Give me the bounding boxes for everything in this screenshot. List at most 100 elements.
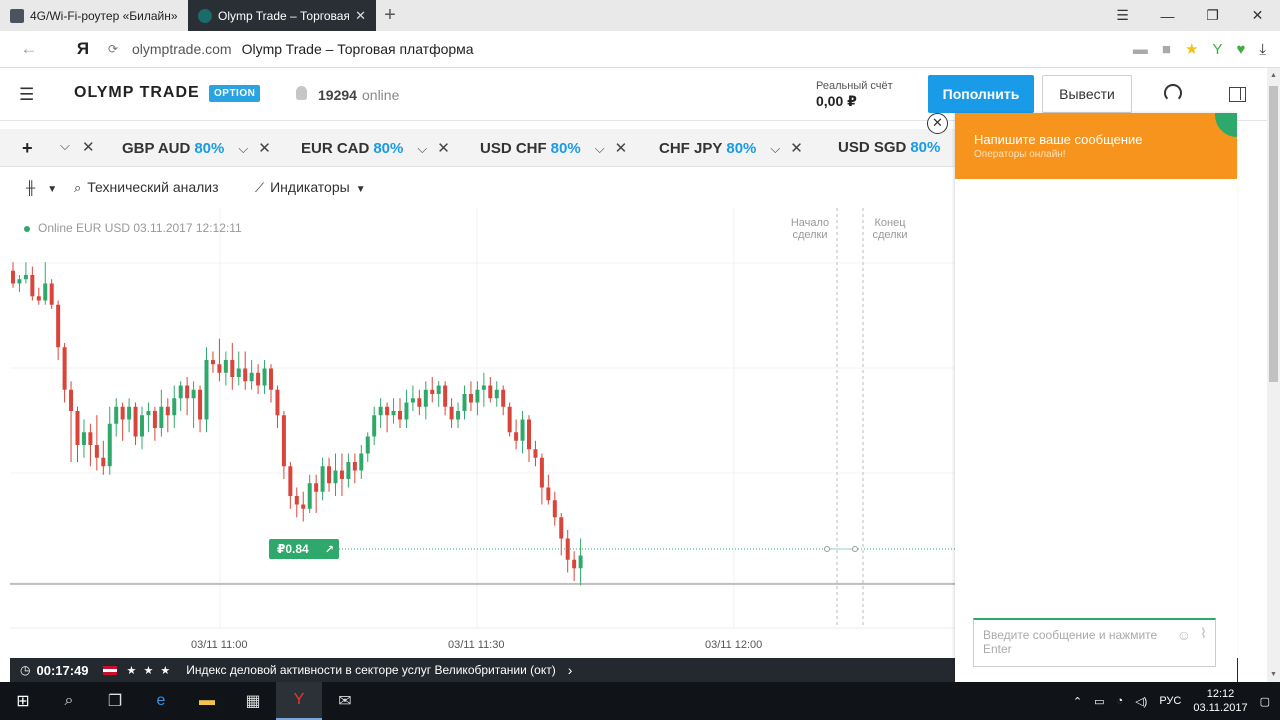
browser-tab-router[interactable]: 4G/Wi-Fi-роутер «Билайн» xyxy=(0,0,188,31)
chevron-right-icon[interactable]: › xyxy=(568,662,573,678)
olymp-trade-logo[interactable]: OLYMP TRADE xyxy=(74,84,200,102)
indicators-label: Индикаторы xyxy=(270,179,350,195)
close-icon[interactable]: ✕ xyxy=(615,140,628,157)
support-headset-icon[interactable] xyxy=(1164,84,1182,102)
candlestick-chart[interactable] xyxy=(10,208,955,658)
candle-body xyxy=(23,275,28,280)
explorer-icon[interactable]: ▬ xyxy=(184,692,230,710)
yandex-logo[interactable]: Я xyxy=(58,39,108,59)
candle-body xyxy=(159,406,164,428)
chevron-down-icon[interactable]: ⌵ xyxy=(770,141,780,156)
asset-tab-chf-jpy[interactable]: CHF JPY 80% ⌵ ✕ xyxy=(659,139,803,157)
indicators-button[interactable]: ⟋ Индикаторы ▼ xyxy=(255,179,366,196)
network-icon[interactable]: ◔ xyxy=(1117,695,1124,707)
new-tab-button[interactable]: + xyxy=(376,0,404,31)
page-scrollbar[interactable]: ▲ ▼ xyxy=(1267,68,1280,682)
candle-body xyxy=(88,432,93,445)
battery-icon[interactable]: ▭ xyxy=(1094,695,1104,708)
candle-body xyxy=(69,389,74,411)
site-info-icon[interactable]: ⟳ xyxy=(108,42,132,56)
scroll-down-icon[interactable]: ▼ xyxy=(1270,671,1277,678)
bookmark-star-icon[interactable]: ★ xyxy=(1185,40,1198,58)
close-icon[interactable]: ✕ xyxy=(258,140,271,157)
chevron-down-icon[interactable]: ⌵ xyxy=(417,141,427,156)
tray-chevron-icon[interactable]: ⌃ xyxy=(1073,695,1082,708)
candle-body xyxy=(527,419,531,450)
account-type-label[interactable]: Реальный счёт xyxy=(816,80,893,92)
candle-body xyxy=(307,483,312,509)
chat-message-input[interactable]: Введите сообщение и нажмите Enter ☺ ⌇ xyxy=(973,618,1216,667)
price-tag[interactable]: ₽0.84 ↗ xyxy=(269,539,339,559)
asset-payout: 80% xyxy=(910,139,941,156)
candle-body xyxy=(281,415,286,467)
notifications-icon[interactable]: ▢ xyxy=(1260,695,1270,708)
candle-body xyxy=(501,389,506,407)
news-headline[interactable]: Индекс деловой активности в секторе услу… xyxy=(186,663,555,677)
download-icon[interactable]: ⤓ xyxy=(1259,41,1266,58)
extension-icon[interactable]: Y xyxy=(1212,41,1222,58)
scroll-up-icon[interactable]: ▲ xyxy=(1270,72,1277,79)
yandex-browser-icon[interactable]: Y xyxy=(276,682,322,720)
asset-tab-eur-cad[interactable]: EUR CAD 80% ⌵ ✕ xyxy=(301,139,450,157)
asset-tab-usd-chf[interactable]: USD CHF 80% ⌵ ✕ xyxy=(480,139,627,157)
browser-tab-bar: 4G/Wi-Fi-роутер «Билайн» Olymp Trade – Т… xyxy=(0,0,1280,31)
online-count: 19294 xyxy=(318,87,357,103)
lock-icon[interactable]: ■ xyxy=(1162,41,1171,58)
candle-body xyxy=(365,436,370,454)
asset-tab-usd-sgd[interactable]: USD SGD 80% xyxy=(838,139,940,156)
candle-body xyxy=(165,406,170,416)
asset-tabs: + ⌵ ✕ GBP AUD 80% ⌵ ✕ EUR CAD 80% ⌵ ✕ USD CHF 8… xyxy=(0,129,955,167)
close-icon[interactable]: ✕ xyxy=(790,140,803,157)
scroll-thumb[interactable] xyxy=(1269,86,1278,382)
chat-close-icon[interactable]: ✕ xyxy=(927,113,948,134)
price-chart[interactable]: Online EUR USD 03.11.2017 12:12:11 Начал… xyxy=(10,208,955,658)
emoji-icon[interactable]: ☺ xyxy=(1177,628,1191,642)
task-view-icon[interactable]: ❐ xyxy=(92,691,138,711)
asset-close-icon[interactable]: ✕ xyxy=(82,138,95,156)
minimize-icon[interactable]: — xyxy=(1145,8,1190,24)
price-tag-value: ₽0.84 xyxy=(277,542,309,556)
volume-icon[interactable]: ◁) xyxy=(1135,695,1147,708)
candle-body xyxy=(56,304,61,348)
chevron-down-icon[interactable]: ⌵ xyxy=(238,141,248,156)
menu-icon[interactable]: ☰ xyxy=(1100,7,1145,24)
close-icon[interactable]: ✕ xyxy=(437,140,450,157)
windows-start-icon[interactable]: ⊞ xyxy=(0,691,46,711)
chat-header[interactable]: Напишите ваше сообщение Операторы онлайн… xyxy=(955,113,1237,179)
asset-tab-gbp-aud[interactable]: GBP AUD 80% ⌵ ✕ xyxy=(122,139,271,157)
store-icon[interactable]: ▦ xyxy=(230,691,276,711)
asset-dropdown-icon[interactable]: ⌵ xyxy=(60,138,70,154)
attach-icon[interactable]: ⌇ xyxy=(1200,626,1207,640)
search-icon[interactable]: ⌕ xyxy=(46,692,92,710)
close-window-icon[interactable]: ✕ xyxy=(1235,7,1280,24)
language-indicator[interactable]: РУС xyxy=(1159,695,1181,707)
time-label: 03/11 11:00 xyxy=(191,639,248,651)
page-title[interactable]: Olymp Trade – Торговая платформа xyxy=(242,41,474,57)
chart-status: Online EUR USD 03.11.2017 12:12:11 xyxy=(24,221,242,235)
browser-tab-olymptrade[interactable]: Olymp Trade – Торговая ✕ xyxy=(188,0,376,31)
technical-analysis-button[interactable]: ⌕ Технический анализ xyxy=(74,179,219,196)
chart-type-button[interactable]: ╫ ▼ xyxy=(26,179,57,195)
address-icons: ▬ ■ ★ Y ♥ ⤓ xyxy=(1133,40,1280,59)
status-dot-icon xyxy=(1215,113,1237,137)
deposit-button[interactable]: Пополнить xyxy=(928,75,1034,113)
time-label: 03/11 11:30 xyxy=(448,639,505,651)
protect-icon[interactable]: ♥ xyxy=(1236,41,1245,58)
candle-body xyxy=(120,406,125,420)
tab-close-icon[interactable]: ✕ xyxy=(355,8,366,24)
side-panel-icon[interactable] xyxy=(1229,87,1246,102)
olymptrade-favicon-icon xyxy=(198,8,212,23)
comment-icon[interactable]: ▬ xyxy=(1133,41,1148,58)
back-arrow-icon[interactable]: ← xyxy=(0,39,58,59)
taskbar-clock[interactable]: 12:12 03.11.2017 xyxy=(1193,687,1247,715)
url-text[interactable]: olymptrade.com xyxy=(132,41,232,57)
chevron-down-icon[interactable]: ⌵ xyxy=(595,141,605,156)
mail-icon[interactable]: ✉ xyxy=(322,691,368,711)
withdraw-button[interactable]: Вывести xyxy=(1042,75,1132,113)
candle-body xyxy=(385,406,390,416)
account-balance[interactable]: 0,00 ₽ xyxy=(816,93,857,110)
restore-icon[interactable]: ❐ xyxy=(1190,7,1235,24)
edge-icon[interactable]: e xyxy=(138,692,184,710)
add-asset-icon[interactable]: + xyxy=(22,138,33,159)
hamburger-menu-icon[interactable]: ☰ xyxy=(19,85,34,105)
